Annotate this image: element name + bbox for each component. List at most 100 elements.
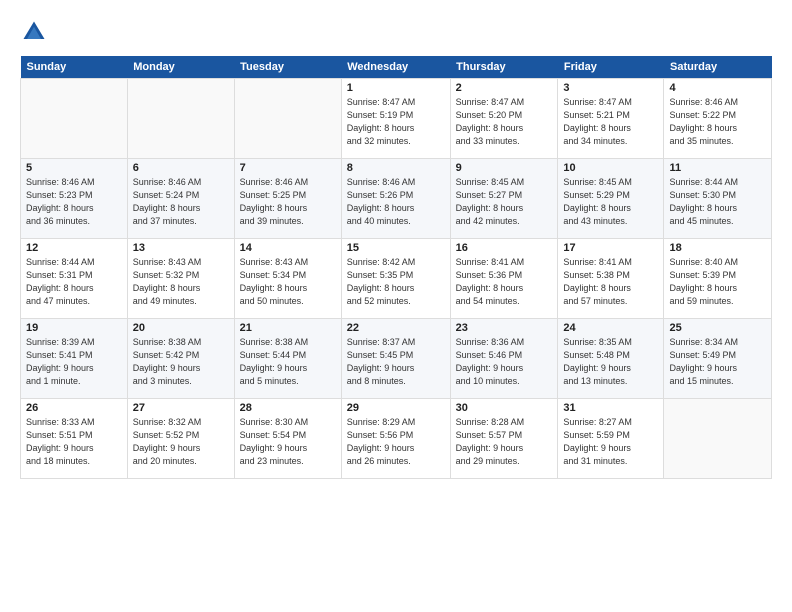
calendar-cell: 31 Sunrise: 8:27 AM Sunset: 5:59 PM Dayli… <box>558 399 664 479</box>
day-info: Sunrise: 8:46 AM Sunset: 5:24 PM Dayligh… <box>133 176 229 228</box>
day-info: Sunrise: 8:46 AM Sunset: 5:23 PM Dayligh… <box>26 176 122 228</box>
calendar-week-2: 5 Sunrise: 8:46 AM Sunset: 5:23 PM Daylig… <box>21 159 772 239</box>
calendar-cell: 26 Sunrise: 8:33 AM Sunset: 5:51 PM Dayli… <box>21 399 128 479</box>
day-number: 1 <box>347 82 445 94</box>
calendar-cell: 1 Sunrise: 8:47 AM Sunset: 5:19 PM Daylig… <box>341 79 450 159</box>
calendar-cell: 6 Sunrise: 8:46 AM Sunset: 5:24 PM Daylig… <box>127 159 234 239</box>
day-number: 19 <box>26 322 122 334</box>
day-number: 26 <box>26 402 122 414</box>
day-info: Sunrise: 8:47 AM Sunset: 5:19 PM Dayligh… <box>347 96 445 148</box>
day-number: 8 <box>347 162 445 174</box>
day-number: 16 <box>456 242 553 254</box>
day-number: 6 <box>133 162 229 174</box>
calendar-header-tuesday: Tuesday <box>234 56 341 79</box>
calendar-header-thursday: Thursday <box>450 56 558 79</box>
day-info: Sunrise: 8:43 AM Sunset: 5:32 PM Dayligh… <box>133 256 229 308</box>
calendar-cell: 29Sunrise: 8:29 AM Sunset: 5:56 PM Dayli… <box>341 399 450 479</box>
calendar-cell: 4 Sunrise: 8:46 AM Sunset: 5:22 PM Daylig… <box>664 79 772 159</box>
calendar-cell: 9 Sunrise: 8:45 AM Sunset: 5:27 PM Daylig… <box>450 159 558 239</box>
calendar-cell: 19Sunrise: 8:39 AM Sunset: 5:41 PM Dayli… <box>21 319 128 399</box>
day-info: Sunrise: 8:47 AM Sunset: 5:20 PM Dayligh… <box>456 96 553 148</box>
day-number: 30 <box>456 402 553 414</box>
day-info: Sunrise: 8:46 AM Sunset: 5:22 PM Dayligh… <box>669 96 766 148</box>
calendar-cell: 10 Sunrise: 8:45 AM Sunset: 5:29 PM Dayli… <box>558 159 664 239</box>
day-number: 20 <box>133 322 229 334</box>
calendar-cell: 28 Sunrise: 8:30 AM Sunset: 5:54 PM Dayli… <box>234 399 341 479</box>
day-info: Sunrise: 8:32 AM Sunset: 5:52 PM Dayligh… <box>133 416 229 468</box>
calendar-cell: 27 Sunrise: 8:32 AM Sunset: 5:52 PM Dayli… <box>127 399 234 479</box>
day-info: Sunrise: 8:43 AM Sunset: 5:34 PM Dayligh… <box>240 256 336 308</box>
day-info: Sunrise: 8:27 AM Sunset: 5:59 PM Dayligh… <box>563 416 658 468</box>
calendar-cell: 14Sunrise: 8:43 AM Sunset: 5:34 PM Dayli… <box>234 239 341 319</box>
day-info: Sunrise: 8:45 AM Sunset: 5:29 PM Dayligh… <box>563 176 658 228</box>
calendar-cell: 23 Sunrise: 8:36 AM Sunset: 5:46 PM Dayli… <box>450 319 558 399</box>
calendar-header-friday: Friday <box>558 56 664 79</box>
calendar-week-4: 19Sunrise: 8:39 AM Sunset: 5:41 PM Dayli… <box>21 319 772 399</box>
day-number: 9 <box>456 162 553 174</box>
calendar-cell: 11 Sunrise: 8:44 AM Sunset: 5:30 PM Dayli… <box>664 159 772 239</box>
calendar-cell: 3 Sunrise: 8:47 AM Sunset: 5:21 PM Daylig… <box>558 79 664 159</box>
day-info: Sunrise: 8:37 AM Sunset: 5:45 PM Dayligh… <box>347 336 445 388</box>
calendar-cell: 8 Sunrise: 8:46 AM Sunset: 5:26 PM Daylig… <box>341 159 450 239</box>
calendar-cell: 15 Sunrise: 8:42 AM Sunset: 5:35 PM Dayli… <box>341 239 450 319</box>
day-info: Sunrise: 8:36 AM Sunset: 5:46 PM Dayligh… <box>456 336 553 388</box>
day-number: 25 <box>669 322 766 334</box>
calendar-week-1: 1 Sunrise: 8:47 AM Sunset: 5:19 PM Daylig… <box>21 79 772 159</box>
day-info: Sunrise: 8:33 AM Sunset: 5:51 PM Dayligh… <box>26 416 122 468</box>
calendar-cell: 13 Sunrise: 8:43 AM Sunset: 5:32 PM Dayli… <box>127 239 234 319</box>
calendar-header-row: SundayMondayTuesdayWednesdayThursdayFrid… <box>21 56 772 79</box>
day-number: 29 <box>347 402 445 414</box>
page: SundayMondayTuesdayWednesdayThursdayFrid… <box>0 0 792 489</box>
day-info: Sunrise: 8:34 AM Sunset: 5:49 PM Dayligh… <box>669 336 766 388</box>
day-number: 11 <box>669 162 766 174</box>
calendar-table: SundayMondayTuesdayWednesdayThursdayFrid… <box>20 56 772 479</box>
day-number: 2 <box>456 82 553 94</box>
calendar-cell: 18Sunrise: 8:40 AM Sunset: 5:39 PM Dayli… <box>664 239 772 319</box>
day-info: Sunrise: 8:30 AM Sunset: 5:54 PM Dayligh… <box>240 416 336 468</box>
day-number: 4 <box>669 82 766 94</box>
header <box>20 18 772 46</box>
logo <box>20 18 52 46</box>
calendar-header-saturday: Saturday <box>664 56 772 79</box>
calendar-header-wednesday: Wednesday <box>341 56 450 79</box>
day-number: 3 <box>563 82 658 94</box>
calendar-cell: 7Sunrise: 8:46 AM Sunset: 5:25 PM Daylig… <box>234 159 341 239</box>
day-number: 21 <box>240 322 336 334</box>
calendar-cell: 22 Sunrise: 8:37 AM Sunset: 5:45 PM Dayli… <box>341 319 450 399</box>
day-number: 5 <box>26 162 122 174</box>
day-number: 27 <box>133 402 229 414</box>
calendar-week-3: 12Sunrise: 8:44 AM Sunset: 5:31 PM Dayli… <box>21 239 772 319</box>
day-info: Sunrise: 8:28 AM Sunset: 5:57 PM Dayligh… <box>456 416 553 468</box>
day-number: 23 <box>456 322 553 334</box>
calendar-cell: 2 Sunrise: 8:47 AM Sunset: 5:20 PM Daylig… <box>450 79 558 159</box>
day-number: 31 <box>563 402 658 414</box>
calendar-cell: 20 Sunrise: 8:38 AM Sunset: 5:42 PM Dayli… <box>127 319 234 399</box>
day-info: Sunrise: 8:46 AM Sunset: 5:25 PM Dayligh… <box>240 176 336 228</box>
day-number: 17 <box>563 242 658 254</box>
calendar-cell <box>21 79 128 159</box>
day-number: 10 <box>563 162 658 174</box>
calendar-cell: 21Sunrise: 8:38 AM Sunset: 5:44 PM Dayli… <box>234 319 341 399</box>
day-number: 22 <box>347 322 445 334</box>
day-number: 15 <box>347 242 445 254</box>
day-info: Sunrise: 8:44 AM Sunset: 5:31 PM Dayligh… <box>26 256 122 308</box>
day-info: Sunrise: 8:42 AM Sunset: 5:35 PM Dayligh… <box>347 256 445 308</box>
day-info: Sunrise: 8:46 AM Sunset: 5:26 PM Dayligh… <box>347 176 445 228</box>
calendar-cell <box>664 399 772 479</box>
calendar-cell: 12Sunrise: 8:44 AM Sunset: 5:31 PM Dayli… <box>21 239 128 319</box>
day-info: Sunrise: 8:47 AM Sunset: 5:21 PM Dayligh… <box>563 96 658 148</box>
calendar-cell: 17Sunrise: 8:41 AM Sunset: 5:38 PM Dayli… <box>558 239 664 319</box>
calendar-week-5: 26 Sunrise: 8:33 AM Sunset: 5:51 PM Dayli… <box>21 399 772 479</box>
day-number: 13 <box>133 242 229 254</box>
calendar-cell: 5 Sunrise: 8:46 AM Sunset: 5:23 PM Daylig… <box>21 159 128 239</box>
calendar-cell: 24Sunrise: 8:35 AM Sunset: 5:48 PM Dayli… <box>558 319 664 399</box>
calendar-cell: 30 Sunrise: 8:28 AM Sunset: 5:57 PM Dayli… <box>450 399 558 479</box>
calendar-header-sunday: Sunday <box>21 56 128 79</box>
day-info: Sunrise: 8:44 AM Sunset: 5:30 PM Dayligh… <box>669 176 766 228</box>
day-info: Sunrise: 8:38 AM Sunset: 5:42 PM Dayligh… <box>133 336 229 388</box>
day-number: 28 <box>240 402 336 414</box>
day-number: 24 <box>563 322 658 334</box>
calendar-cell: 25 Sunrise: 8:34 AM Sunset: 5:49 PM Dayli… <box>664 319 772 399</box>
day-info: Sunrise: 8:45 AM Sunset: 5:27 PM Dayligh… <box>456 176 553 228</box>
day-info: Sunrise: 8:40 AM Sunset: 5:39 PM Dayligh… <box>669 256 766 308</box>
